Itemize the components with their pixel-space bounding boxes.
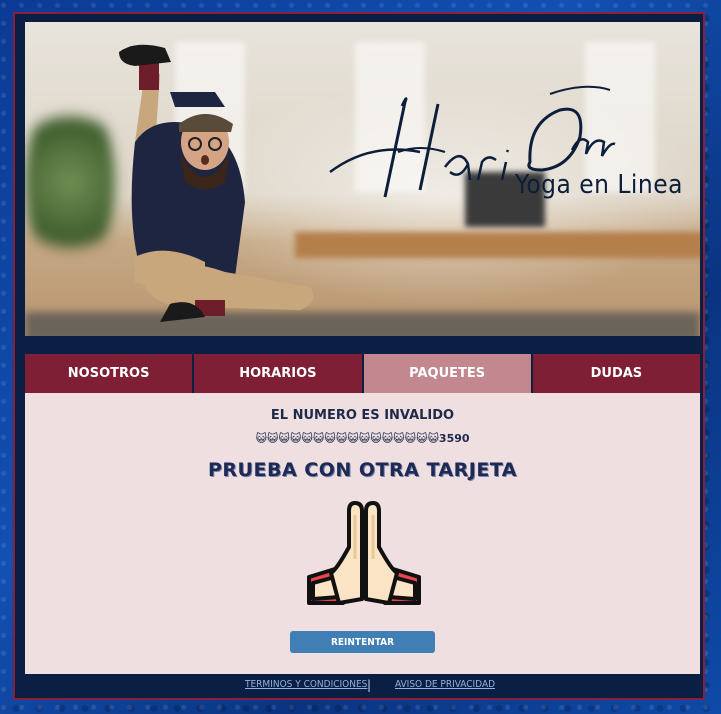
tab-dudas[interactable]: DUDAS [532, 354, 700, 393]
footer: TERMINOS Y CONDICIONES | AVISO DE PRIVAC… [15, 677, 707, 699]
praying-hands-icon [307, 501, 421, 605]
tab-horarios[interactable]: HORARIOS [194, 354, 362, 393]
terms-link[interactable]: TERMINOS Y CONDICIONES [245, 679, 367, 690]
main-frame: Yoga en Linea NOSOTROS HORARIOS PAQUETES… [13, 12, 705, 700]
retry-message: PRUEBA CON OTRA TARJETA [208, 459, 517, 481]
hero-banner: Yoga en Linea [25, 22, 700, 336]
nav-tabs: NOSOTROS HORARIOS PAQUETES DUDAS [25, 354, 700, 393]
retry-button[interactable]: REINTENTAR [290, 631, 435, 653]
yoga-person-image [119, 44, 314, 322]
background-table [295, 232, 700, 258]
tab-paquetes[interactable]: PAQUETES [363, 354, 531, 393]
tab-nosotros[interactable]: NOSOTROS [25, 354, 193, 393]
payment-error-panel: EL NUMERO ES INVALIDO 😺😺😺😺😺😺😺😺😺😺😺😺😺😺😺😺35… [25, 393, 700, 674]
hero-subtitle: Yoga en Linea [515, 170, 683, 200]
footer-separator: | [367, 678, 372, 692]
privacy-link[interactable]: AVISO DE PRIVACIDAD [395, 679, 495, 690]
card-number: 😺😺😺😺😺😺😺😺😺😺😺😺😺😺😺😺3590 [255, 432, 470, 445]
error-title: EL NUMERO ES INVALIDO [270, 408, 455, 423]
